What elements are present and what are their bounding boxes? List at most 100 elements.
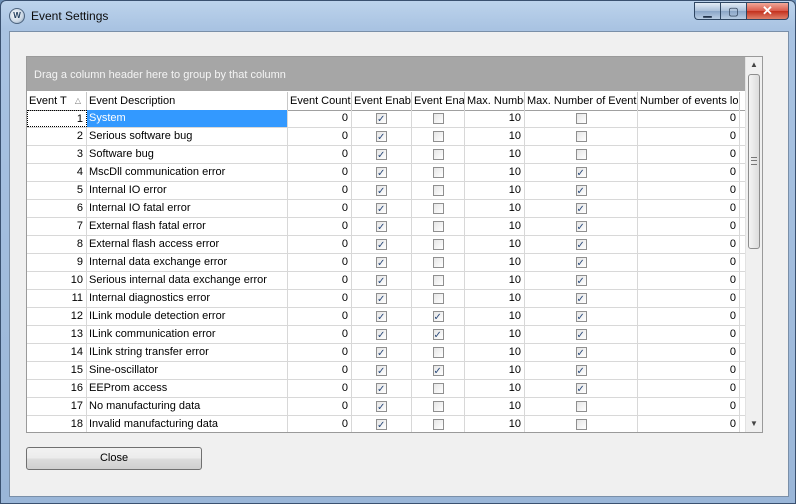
max-number-cell[interactable]: 10: [465, 182, 525, 199]
vertical-scrollbar[interactable]: ▲ ▼: [745, 57, 762, 432]
event-count-cell[interactable]: 0: [288, 110, 352, 127]
event-enabled-checkbox[interactable]: [376, 309, 387, 325]
event-count-cell[interactable]: 0: [288, 164, 352, 181]
event-enabled-2-checkbox[interactable]: [432, 419, 444, 430]
event-enabled-2-checkbox[interactable]: [432, 275, 444, 286]
event-type-cell[interactable]: 11: [27, 290, 87, 307]
table-row[interactable]: 7External flash fatal error0100: [27, 218, 745, 236]
table-row[interactable]: 5Internal IO error0100: [27, 182, 745, 200]
number-of-events-logged-cell[interactable]: 0: [638, 380, 740, 397]
title-bar[interactable]: W Event Settings ▁ ▢ ✕: [1, 1, 795, 31]
event-enabled-checkbox[interactable]: [376, 381, 387, 397]
max-number-cell[interactable]: 10: [465, 308, 525, 325]
column-header-event-count[interactable]: Event Count: [288, 92, 352, 110]
event-count-cell[interactable]: 0: [288, 362, 352, 379]
max-number-of-events-checkbox[interactable]: [575, 165, 587, 181]
max-number-of-events-checkbox[interactable]: [575, 363, 587, 379]
number-of-events-logged-cell[interactable]: 0: [638, 398, 740, 415]
max-number-cell[interactable]: 10: [465, 164, 525, 181]
event-type-cell[interactable]: 18: [27, 416, 87, 432]
event-enabled-2-checkbox[interactable]: [432, 167, 444, 178]
event-enabled-checkbox[interactable]: [376, 291, 387, 307]
scroll-up-icon[interactable]: ▲: [746, 57, 762, 73]
max-number-cell[interactable]: 10: [465, 344, 525, 361]
event-count-cell[interactable]: 0: [288, 218, 352, 235]
event-description-cell[interactable]: System: [87, 110, 288, 127]
event-enabled-2-checkbox[interactable]: [432, 185, 444, 196]
event-type-cell[interactable]: 17: [27, 398, 87, 415]
max-number-cell[interactable]: 10: [465, 290, 525, 307]
max-number-of-events-checkbox[interactable]: [575, 237, 587, 253]
max-number-cell[interactable]: 10: [465, 326, 525, 343]
number-of-events-logged-cell[interactable]: 0: [638, 362, 740, 379]
event-type-cell[interactable]: 8: [27, 236, 87, 253]
max-number-of-events-checkbox[interactable]: [575, 419, 587, 430]
max-number-cell[interactable]: 10: [465, 272, 525, 289]
event-description-cell[interactable]: External flash access error: [87, 236, 288, 253]
event-description-cell[interactable]: ILink string transfer error: [87, 344, 288, 361]
group-by-panel[interactable]: Drag a column header here to group by th…: [27, 57, 745, 91]
event-type-cell[interactable]: 4: [27, 164, 87, 181]
event-enabled-checkbox[interactable]: [376, 165, 387, 181]
event-type-cell[interactable]: 14: [27, 344, 87, 361]
event-enabled-2-checkbox[interactable]: [432, 149, 444, 160]
event-type-cell[interactable]: 1: [27, 110, 87, 127]
event-enabled-checkbox[interactable]: [376, 237, 387, 253]
max-number-of-events-checkbox[interactable]: [575, 131, 587, 142]
number-of-events-logged-cell[interactable]: 0: [638, 146, 740, 163]
max-number-of-events-checkbox[interactable]: [575, 183, 587, 199]
max-number-cell[interactable]: 10: [465, 236, 525, 253]
event-type-cell[interactable]: 16: [27, 380, 87, 397]
event-count-cell[interactable]: 0: [288, 200, 352, 217]
number-of-events-logged-cell[interactable]: 0: [638, 218, 740, 235]
scroll-down-icon[interactable]: ▼: [746, 416, 762, 432]
number-of-events-logged-cell[interactable]: 0: [638, 128, 740, 145]
event-type-cell[interactable]: 2: [27, 128, 87, 145]
number-of-events-logged-cell[interactable]: 0: [638, 200, 740, 217]
table-row[interactable]: 6Internal IO fatal error0100: [27, 200, 745, 218]
max-number-of-events-checkbox[interactable]: [575, 219, 587, 235]
max-number-cell[interactable]: 10: [465, 128, 525, 145]
event-count-cell[interactable]: 0: [288, 128, 352, 145]
event-type-cell[interactable]: 15: [27, 362, 87, 379]
number-of-events-logged-cell[interactable]: 0: [638, 344, 740, 361]
max-number-cell[interactable]: 10: [465, 416, 525, 432]
event-type-cell[interactable]: 3: [27, 146, 87, 163]
event-enabled-checkbox[interactable]: [376, 201, 387, 217]
table-row[interactable]: 13ILink communication error0100: [27, 326, 745, 344]
scrollbar-thumb[interactable]: [748, 74, 760, 249]
max-number-of-events-checkbox[interactable]: [575, 149, 587, 160]
event-enabled-2-checkbox[interactable]: [432, 221, 444, 232]
number-of-events-logged-cell[interactable]: 0: [638, 290, 740, 307]
event-type-cell[interactable]: 13: [27, 326, 87, 343]
event-enabled-checkbox[interactable]: [376, 417, 387, 432]
event-count-cell[interactable]: 0: [288, 308, 352, 325]
event-description-cell[interactable]: Sine-oscillator: [87, 362, 288, 379]
event-enabled-checkbox[interactable]: [376, 129, 387, 145]
event-count-cell[interactable]: 0: [288, 182, 352, 199]
event-type-cell[interactable]: 9: [27, 254, 87, 271]
close-button[interactable]: Close: [26, 447, 202, 470]
table-row[interactable]: 3Software bug0100: [27, 146, 745, 164]
event-description-cell[interactable]: EEProm access: [87, 380, 288, 397]
event-count-cell[interactable]: 0: [288, 326, 352, 343]
max-number-cell[interactable]: 10: [465, 362, 525, 379]
maximize-button[interactable]: ▢: [720, 2, 746, 20]
event-description-cell[interactable]: Internal diagnostics error: [87, 290, 288, 307]
event-enabled-2-checkbox[interactable]: [432, 203, 444, 214]
event-type-cell[interactable]: 7: [27, 218, 87, 235]
event-enabled-checkbox[interactable]: [376, 273, 387, 289]
event-description-cell[interactable]: Internal IO error: [87, 182, 288, 199]
table-row[interactable]: 4MscDll communication error0100: [27, 164, 745, 182]
table-row[interactable]: 16EEProm access0100: [27, 380, 745, 398]
max-number-cell[interactable]: 10: [465, 398, 525, 415]
event-enabled-2-checkbox[interactable]: [432, 257, 444, 268]
number-of-events-logged-cell[interactable]: 0: [638, 236, 740, 253]
table-row[interactable]: 11Internal diagnostics error0100: [27, 290, 745, 308]
event-description-cell[interactable]: MscDll communication error: [87, 164, 288, 181]
number-of-events-logged-cell[interactable]: 0: [638, 254, 740, 271]
event-description-cell[interactable]: Internal data exchange error: [87, 254, 288, 271]
event-enabled-checkbox[interactable]: [376, 363, 387, 379]
event-enabled-2-checkbox[interactable]: [432, 293, 444, 304]
event-enabled-2-checkbox[interactable]: [432, 383, 444, 394]
